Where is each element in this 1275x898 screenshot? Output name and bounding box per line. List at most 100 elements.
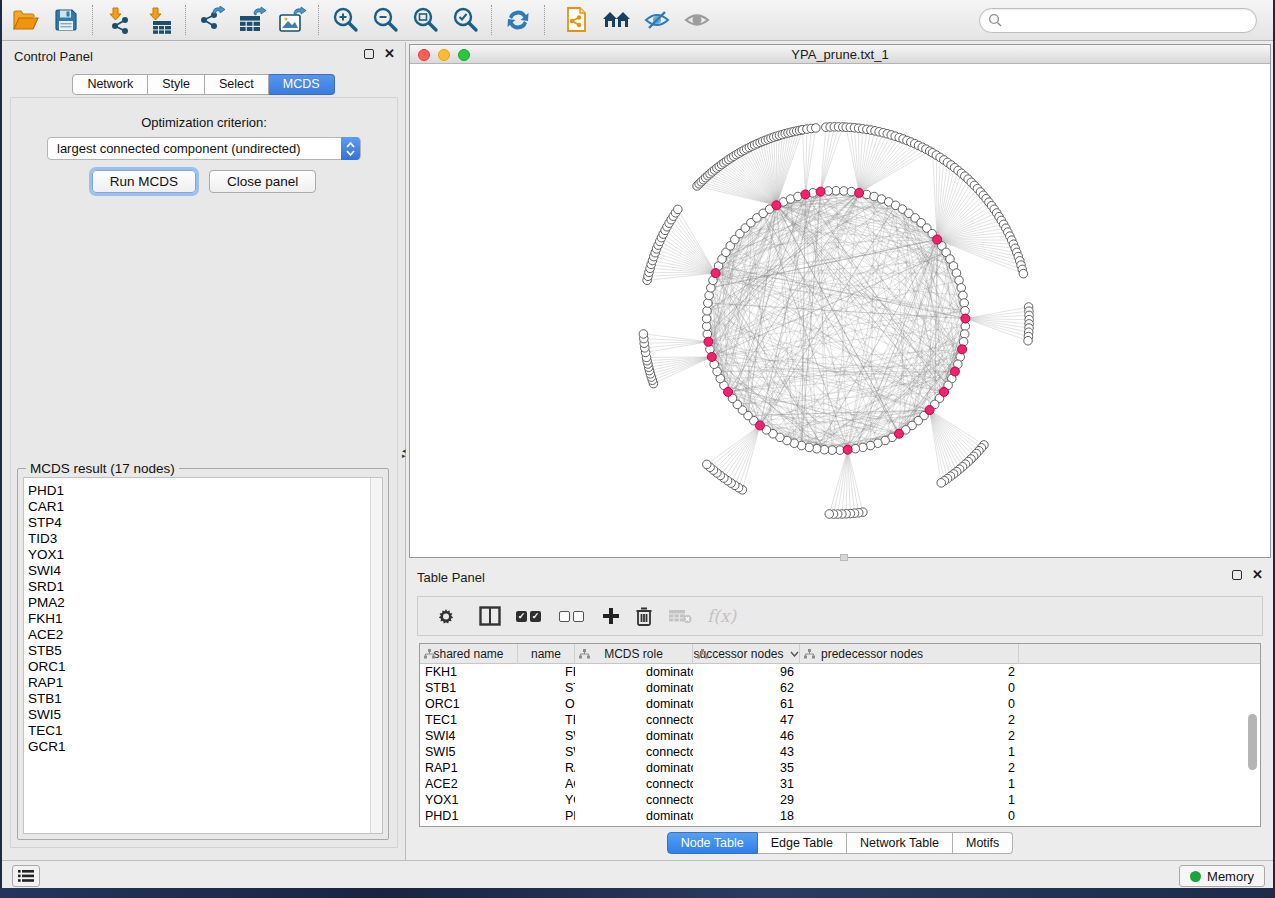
table-cell: STB1 [518, 680, 575, 696]
select-all-icon[interactable]: ✓✓ [516, 611, 544, 622]
mcds-result-item[interactable]: STB1 [24, 691, 382, 707]
table-cell: 43 [693, 744, 800, 760]
mcds-result-item[interactable]: STP4 [24, 515, 382, 531]
table-row[interactable]: TEC1TEC1connector472 [420, 712, 1260, 728]
export-network-icon[interactable] [192, 3, 232, 37]
memory-label: Memory [1207, 869, 1254, 884]
table-row[interactable]: PHD1PHD1dominator180 [420, 808, 1260, 824]
share-document-icon[interactable] [557, 3, 597, 37]
desktop-wallpaper [0, 888, 1275, 898]
tab-network-table[interactable]: Network Table [847, 832, 953, 854]
splitter-grip[interactable] [840, 554, 848, 561]
home-networks-icon[interactable] [597, 3, 637, 37]
mcds-result-item[interactable]: SWI5 [24, 707, 382, 723]
close-table-panel-icon[interactable]: ✕ [1252, 570, 1263, 580]
mcds-list-scrollbar[interactable] [370, 478, 382, 833]
mcds-result-group: MCDS result (17 nodes) PHD1CAR1STP4TID3Y… [17, 468, 389, 840]
table-cell: ACE2 [518, 776, 575, 792]
mcds-result-item[interactable]: RAP1 [24, 675, 382, 691]
refresh-icon[interactable] [498, 3, 538, 37]
tab-node-table[interactable]: Node Table [667, 832, 758, 854]
table-cell: dominator [575, 680, 693, 696]
tab-network[interactable]: Network [72, 74, 148, 95]
table-cell: 2 [800, 728, 1019, 744]
close-window-icon[interactable] [418, 49, 430, 61]
import-table-icon[interactable] [139, 3, 179, 37]
column-header-name[interactable]: name [518, 644, 575, 664]
table-row[interactable]: YOX1YOX1connector291 [420, 792, 1260, 808]
mcds-result-list[interactable]: PHD1CAR1STP4TID3YOX1SWI4SRD1PMA2FKH1ACE2… [23, 477, 383, 834]
zoom-in-icon[interactable] [325, 3, 365, 37]
function-builder-icon[interactable]: f(x) [707, 606, 736, 626]
mcds-result-item[interactable]: YOX1 [24, 547, 382, 563]
mcds-result-item[interactable]: PHD1 [24, 483, 382, 499]
column-header-successor-nodes[interactable]: successor nodes [693, 644, 800, 664]
tab-mcds[interactable]: MCDS [269, 74, 335, 95]
export-image-icon[interactable] [272, 3, 312, 37]
table-panel: Table Panel ✕ ✓✓ [409, 562, 1271, 860]
delete-table-icon[interactable] [668, 607, 692, 625]
delete-column-trash-icon[interactable] [635, 606, 653, 626]
mcds-result-item[interactable]: CAR1 [24, 499, 382, 515]
table-cell: PHD1 [420, 808, 518, 824]
mcds-result-title: MCDS result (17 nodes) [26, 461, 179, 476]
table-row[interactable]: RAP1RAP1dominator352 [420, 760, 1260, 776]
import-network-icon[interactable] [99, 3, 139, 37]
maximize-window-icon[interactable] [458, 49, 470, 61]
task-history-button[interactable] [12, 865, 40, 887]
table-toolbar: ✓✓ f(x) [417, 596, 1263, 636]
mcds-result-item[interactable]: ORC1 [24, 659, 382, 675]
mcds-result-item[interactable]: SRD1 [24, 579, 382, 595]
mcds-result-item[interactable]: GCR1 [24, 739, 382, 755]
close-panel-icon[interactable]: ✕ [384, 49, 395, 59]
mcds-result-item[interactable]: PMA2 [24, 595, 382, 611]
column-header-MCDS-role[interactable]: MCDS role [575, 644, 693, 664]
open-file-icon[interactable] [6, 3, 46, 37]
criterion-dropdown[interactable]: largest connected component (undirected) [47, 137, 361, 160]
network-window-titlebar[interactable]: YPA_prune.txt_1 [410, 45, 1270, 64]
tab-edge-table[interactable]: Edge Table [758, 832, 847, 854]
hide-panel-eye-icon[interactable] [637, 3, 677, 37]
mcds-result-item[interactable]: TEC1 [24, 723, 382, 739]
table-row[interactable]: ACE2ACE2connector311 [420, 776, 1260, 792]
float-table-panel-icon[interactable] [1232, 570, 1242, 580]
table-cell: SWI4 [518, 728, 575, 744]
export-table-icon[interactable] [232, 3, 272, 37]
mcds-result-item[interactable]: ACE2 [24, 627, 382, 643]
deselect-all-icon[interactable] [559, 611, 587, 622]
table-cell: 46 [693, 728, 800, 744]
zoom-out-icon[interactable] [365, 3, 405, 37]
table-row[interactable]: FKH1FKH1dominator962 [420, 664, 1260, 680]
memory-button[interactable]: Memory [1179, 865, 1265, 887]
table-settings-gear-icon[interactable] [436, 606, 456, 626]
control-panel-tabs: NetworkStyleSelectMCDS [2, 74, 405, 95]
tab-style[interactable]: Style [148, 74, 205, 95]
column-header-shared-name[interactable]: shared name [420, 644, 518, 664]
tab-motifs[interactable]: Motifs [953, 832, 1013, 854]
table-row[interactable]: ORC1ORC1dominator610 [420, 696, 1260, 712]
float-window-icon[interactable] [364, 49, 374, 59]
save-session-icon[interactable] [46, 3, 86, 37]
split-columns-icon[interactable] [479, 606, 501, 626]
add-column-icon[interactable] [602, 607, 620, 625]
mcds-result-item[interactable]: SWI4 [24, 563, 382, 579]
minimize-window-icon[interactable] [438, 49, 450, 61]
mcds-result-item[interactable]: STB5 [24, 643, 382, 659]
zoom-selected-icon[interactable] [445, 3, 485, 37]
mcds-panel: Optimization criterion: largest connecte… [10, 97, 398, 848]
tab-select[interactable]: Select [205, 74, 269, 95]
optimization-criterion-label: Optimization criterion: [11, 115, 397, 130]
close-panel-button[interactable]: Close panel [209, 170, 316, 193]
column-header-predecessor-nodes[interactable]: predecessor nodes [800, 644, 1019, 664]
table-scrollbar[interactable] [1247, 666, 1259, 825]
mcds-result-item[interactable]: FKH1 [24, 611, 382, 627]
network-canvas[interactable] [410, 65, 1270, 557]
run-mcds-button[interactable]: Run MCDS [92, 170, 196, 193]
search-input[interactable] [979, 8, 1257, 33]
table-row[interactable]: SWI4SWI4dominator462 [420, 728, 1260, 744]
table-row[interactable]: STB1STB1dominator620 [420, 680, 1260, 696]
show-eye-icon[interactable] [677, 3, 717, 37]
table-row[interactable]: SWI5SWI5connector431 [420, 744, 1260, 760]
mcds-result-item[interactable]: TID3 [24, 531, 382, 547]
zoom-fit-icon[interactable] [405, 3, 445, 37]
